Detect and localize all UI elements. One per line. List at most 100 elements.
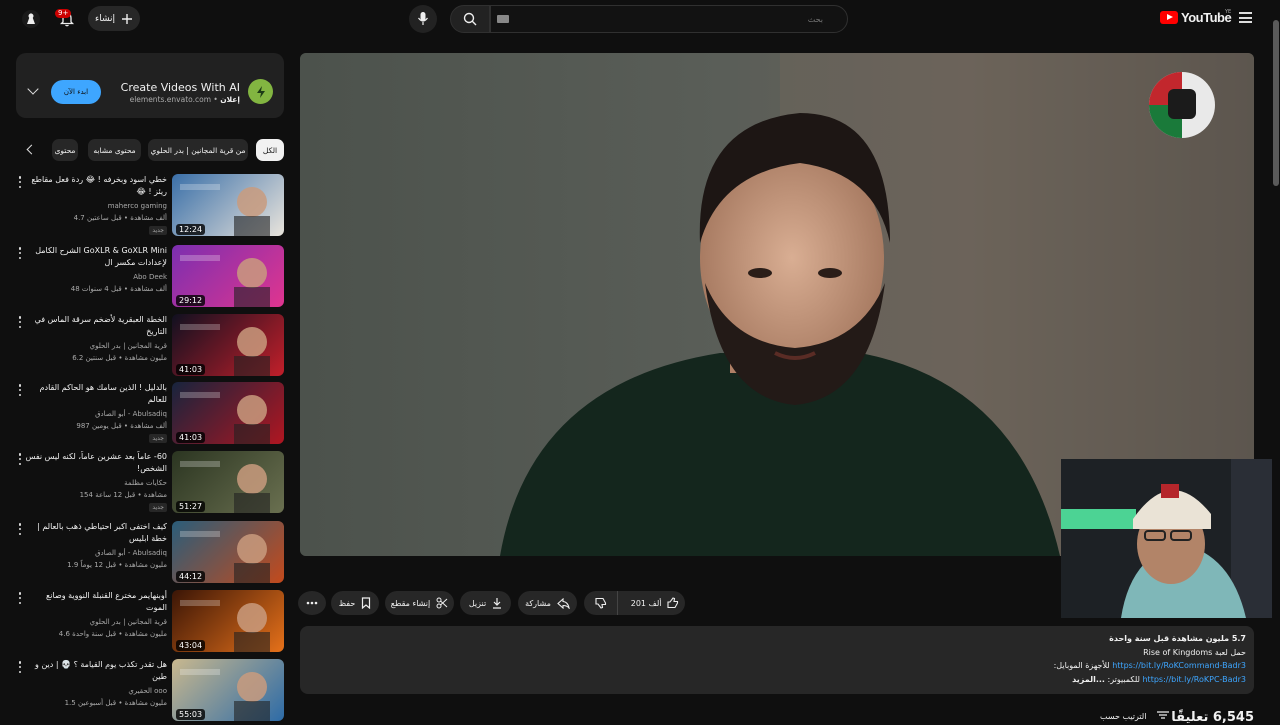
recommendation-item[interactable]: 41:03 بالدليل ! الذين سامك هو الحاكم القا…: [12, 382, 284, 446]
description-mobile-label: للأجهزة الموبايل:: [1053, 661, 1110, 670]
description-more-link[interactable]: ...المزيد: [1072, 675, 1105, 684]
search-input[interactable]: [490, 5, 848, 33]
video-title[interactable]: الخطة العبقرية لأضخم سرقة الماس في التار…: [25, 314, 167, 338]
channel-name[interactable]: أبو الصادق - Abulsadiq: [25, 549, 167, 557]
description-stats: 5.7 مليون مشاهدة قبل سنة واحدة: [1109, 634, 1246, 643]
download-button[interactable]: تنزيل: [460, 591, 511, 615]
share-button[interactable]: مشاركة: [518, 591, 577, 615]
recommendation-item[interactable]: 29:12 GoXLR & GoXLR Mini الشرح الكامل لإع…: [12, 245, 284, 309]
chip-similar-content[interactable]: محتوى مشابه: [88, 139, 141, 161]
save-button[interactable]: حفظ: [331, 591, 379, 615]
recommendation-item[interactable]: 12:24 خطي اسود وبخرفه ! 😂 ردة فعل مقاطع ر…: [12, 174, 284, 238]
more-options-icon[interactable]: [18, 176, 22, 188]
video-meta: 1.5 مليون مشاهدة • قبل أسبوعين: [64, 699, 167, 707]
chevron-left-icon[interactable]: [26, 144, 37, 155]
like-dislike-group: 201 ألف: [584, 591, 685, 615]
recommendation-item[interactable]: 43:04 أوبنهايمر مخترع القنبلة النووية وصا…: [12, 590, 284, 654]
new-badge: جديد: [149, 503, 167, 512]
description-line-2: حمل لعبة Rise of Kingdoms: [1143, 648, 1246, 657]
thumbs-down-icon: [595, 597, 606, 609]
more-options-icon[interactable]: [18, 453, 22, 465]
video-title[interactable]: هل تقدر تكذب يوم القيامة ؟ 💀 | دين و طين: [25, 659, 167, 683]
channel-name[interactable]: حكايات مظلمة: [25, 479, 167, 487]
description-pc-label: للكمبيوتر:: [1107, 675, 1140, 684]
channel-name[interactable]: قرية المجانين | بدر الحلوي: [25, 618, 167, 626]
hamburger-menu-icon[interactable]: [1239, 12, 1252, 23]
video-duration: 41:03: [176, 364, 206, 375]
video-duration: 41:03: [176, 432, 206, 443]
recommendation-item[interactable]: 41:03 الخطة العبقرية لأضخم سرقة الماس في …: [12, 314, 284, 378]
like-button[interactable]: 201 ألف: [624, 591, 685, 615]
like-count: 201 ألف: [630, 598, 662, 608]
channel-name[interactable]: الحقيري ooo: [25, 687, 167, 695]
description-pc-link[interactable]: https://bit.ly/RoKPC-Badr3: [1142, 675, 1246, 684]
share-arrow-icon: [557, 597, 570, 609]
channel-name[interactable]: Abo Deek: [25, 273, 167, 281]
scrollbar-thumb[interactable]: [1273, 20, 1279, 186]
video-duration: 43:04: [176, 640, 206, 651]
download-label: تنزيل: [468, 598, 487, 608]
notification-count-badge: 9+: [55, 9, 72, 18]
new-badge: جديد: [149, 434, 167, 443]
video-title[interactable]: خطي اسود وبخرفه ! 😂 ردة فعل مقاطع ريئز !…: [25, 174, 167, 198]
video-duration: 55:03: [176, 709, 206, 720]
chip-related-content[interactable]: محتوى: [52, 139, 78, 161]
streamer-webcam-overlay: [1061, 459, 1280, 618]
ad-sponsored-label: إعلان: [220, 95, 240, 104]
keyboard-icon[interactable]: [497, 15, 509, 23]
chip-channel[interactable]: من قرية المجانين | بدر الحلوي: [148, 139, 248, 161]
video-meta: 6.2 مليون مشاهدة • قبل سنتين: [72, 354, 167, 362]
video-title[interactable]: بالدليل ! الذين سامك هو الحاكم القادم لل…: [25, 382, 167, 406]
save-label: حفظ: [338, 598, 356, 608]
channel-name[interactable]: قرية المجانين | بدر الحلوي: [25, 342, 167, 350]
envato-logo-icon: [248, 79, 273, 104]
video-description[interactable]: 5.7 مليون مشاهدة قبل سنة واحدة حمل لعبة …: [300, 626, 1254, 694]
channel-name[interactable]: maherco gaming: [25, 202, 167, 210]
sort-icon: [1157, 711, 1170, 719]
create-button-label: إنشاء: [94, 13, 115, 24]
sponsored-ad-card[interactable]: Create Videos With AI elements.envato.co…: [16, 53, 284, 118]
search-button[interactable]: [450, 5, 490, 33]
more-actions-button[interactable]: [298, 591, 326, 615]
youtube-logo[interactable]: YouTube: [1160, 10, 1232, 25]
video-meta: 4.7 ألف مشاهدة • قبل ساعتين: [73, 214, 167, 222]
more-options-icon[interactable]: [18, 316, 22, 328]
plus-icon: [122, 13, 132, 24]
recommendation-item[interactable]: 55:03 هل تقدر تكذب يوم القيامة ؟ 💀 | دين …: [12, 659, 284, 723]
video-duration: 29:12: [176, 295, 206, 306]
ad-domain: elements.envato.com: [129, 95, 211, 104]
description-line-3: https://bit.ly/RoKCommand-Badr3 للأجهزة …: [1054, 661, 1246, 670]
avatar[interactable]: [17, 5, 45, 33]
voice-search-button[interactable]: [409, 5, 437, 33]
video-title[interactable]: 60- عاماً بعد عشرين عاماً، لكنه ليس نفس …: [25, 451, 167, 475]
more-horizontal-icon: [306, 601, 318, 605]
recommendation-item[interactable]: 44:12 كيف اختفى اكبر احتياطي ذهب بالعالم …: [12, 521, 284, 585]
video-meta: 48 ألف مشاهدة • قبل 4 سنوات: [70, 285, 167, 293]
masthead: 9+ إنشاء YouTube YE: [0, 0, 1280, 38]
video-title[interactable]: أوبنهايمر مخترع القنبلة النووية وصانع ال…: [25, 590, 167, 614]
chevron-down-icon[interactable]: [27, 83, 39, 95]
clip-button[interactable]: إنشاء مقطع: [385, 591, 454, 615]
video-duration: 44:12: [176, 571, 206, 582]
create-button[interactable]: إنشاء: [88, 6, 140, 31]
ad-cta-button[interactable]: ابدء الآن: [51, 80, 101, 104]
youtube-play-icon: [1160, 11, 1178, 24]
more-options-icon[interactable]: [18, 384, 22, 396]
more-options-icon[interactable]: [18, 592, 22, 604]
channel-name[interactable]: أبو الصادق - Abulsadiq: [25, 410, 167, 418]
more-options-icon[interactable]: [18, 247, 22, 259]
dislike-button[interactable]: [584, 591, 619, 615]
recommendation-item[interactable]: 51:27 60- عاماً بعد عشرين عاماً، لكنه ليس…: [12, 451, 284, 515]
video-meta: 1.9 مليون مشاهدة • قبل 12 يوماً: [67, 561, 167, 569]
video-title[interactable]: كيف اختفى اكبر احتياطي ذهب بالعالم | خطة…: [25, 521, 167, 545]
description-mobile-link[interactable]: https://bit.ly/RoKCommand-Badr3: [1112, 661, 1246, 670]
ad-subtitle: elements.envato.com • إعلان: [129, 95, 240, 104]
more-options-icon[interactable]: [18, 661, 22, 673]
bookmark-icon: [362, 597, 371, 609]
video-title[interactable]: GoXLR & GoXLR Mini الشرح الكامل لإعدادات…: [25, 245, 167, 269]
more-options-icon[interactable]: [18, 523, 22, 535]
chip-all[interactable]: الكل: [256, 139, 284, 161]
video-duration: 51:27: [176, 501, 206, 512]
clip-label: إنشاء مقطع: [390, 598, 431, 608]
description-line-4: https://bit.ly/RoKPC-Badr3 للكمبيوتر: ..…: [1072, 675, 1246, 684]
